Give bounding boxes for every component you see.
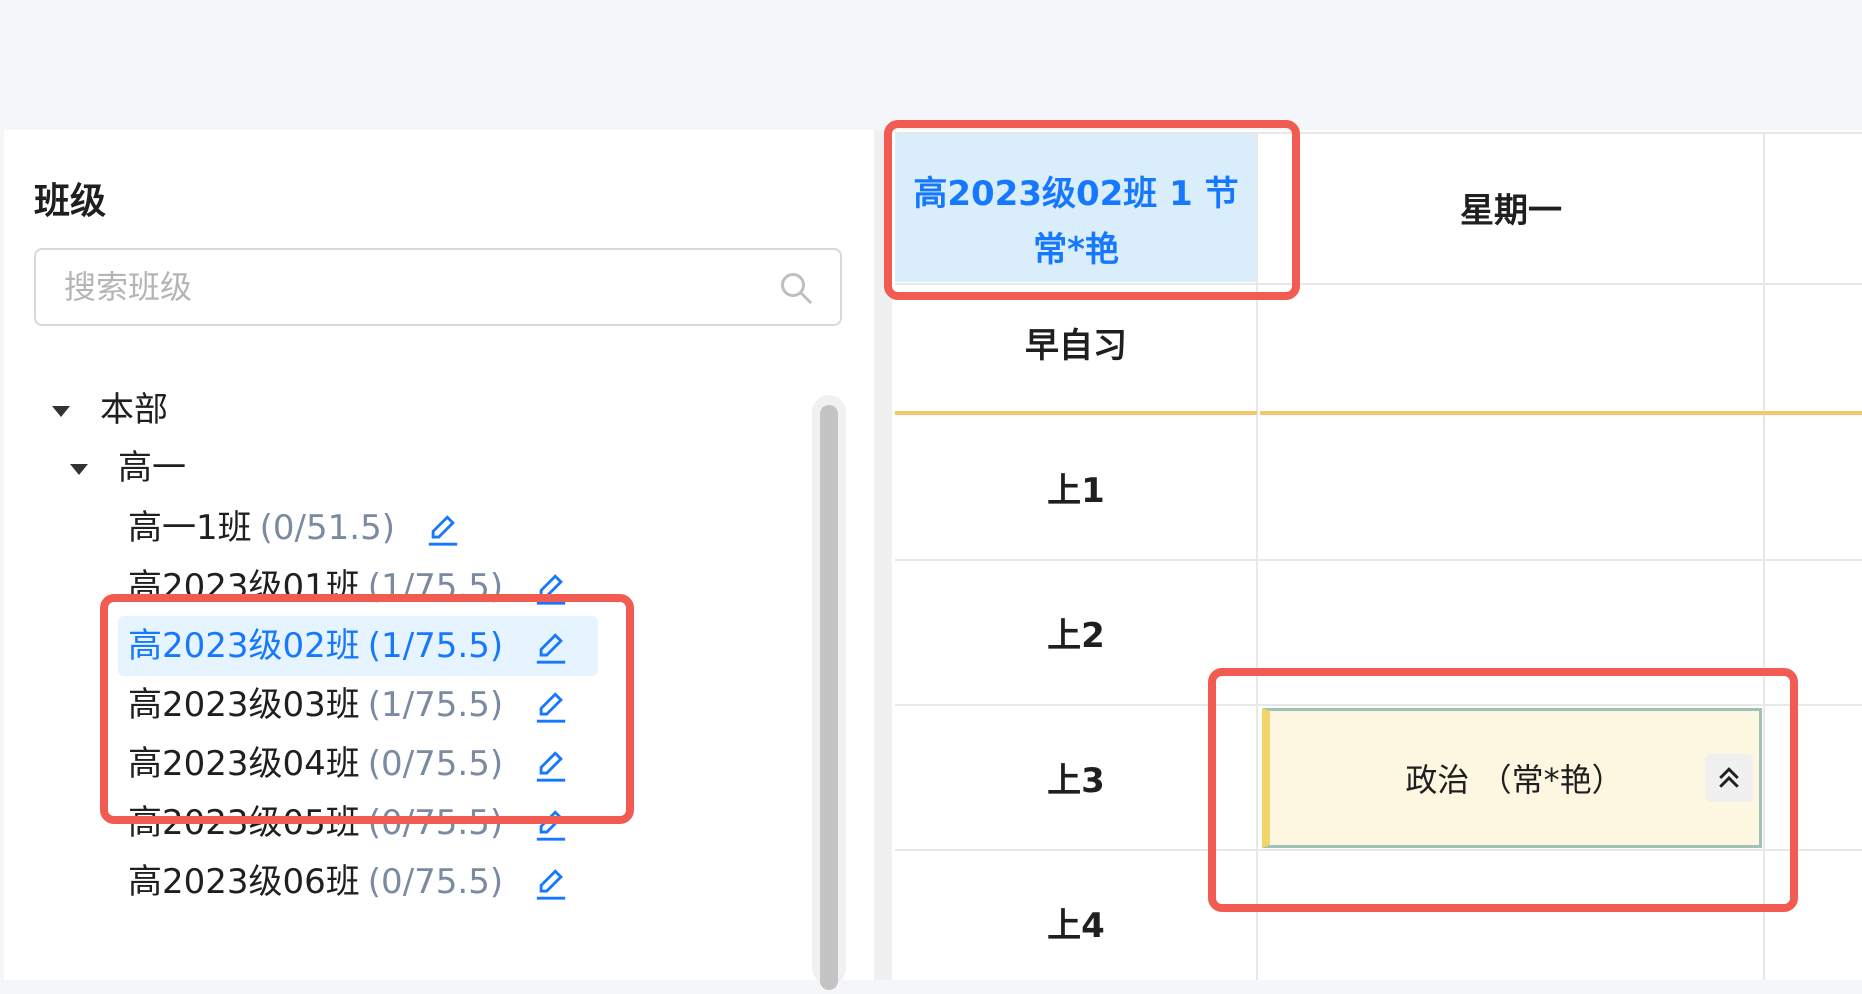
- class-count: (0/75.5): [367, 862, 504, 902]
- session-divider: [1260, 411, 1862, 415]
- tree-scrollbar-thumb[interactable]: [820, 405, 838, 990]
- period-label: 上1: [1047, 470, 1105, 511]
- search-input[interactable]: [36, 250, 804, 324]
- class-name: 高2023级06班: [128, 862, 360, 902]
- edit-icon[interactable]: [426, 511, 460, 549]
- day-header-monday: 星期一: [1460, 190, 1562, 231]
- search-icon[interactable]: [778, 270, 814, 306]
- period-label: 上2: [1047, 615, 1105, 656]
- highlight-box-classes: [100, 594, 634, 824]
- caret-down-icon[interactable]: [52, 406, 70, 417]
- caret-down-icon[interactable]: [70, 464, 88, 475]
- period-label: 上3: [1047, 760, 1105, 801]
- tree-leaf-class[interactable]: 高2023级06班 (0/75.5): [122, 852, 574, 912]
- panel-title: 班级: [34, 181, 107, 222]
- highlight-box-corner: [884, 120, 1300, 300]
- search-box[interactable]: [34, 248, 842, 326]
- tree-node-label: 本部: [100, 390, 168, 430]
- edit-icon[interactable]: [534, 865, 568, 903]
- tree-node-grade[interactable]: 高一: [70, 438, 186, 498]
- class-name: 高一1班: [128, 508, 252, 548]
- class-count: (0/51.5): [259, 508, 395, 548]
- highlight-box-lesson: [1208, 668, 1798, 912]
- class-panel: 班级 本部 高一 高一1班(0/51.5) 高2023级01班(1/75.5) …: [4, 130, 874, 990]
- period-label: 上4: [1047, 905, 1105, 946]
- tree-node-root[interactable]: 本部: [52, 380, 168, 440]
- tree-leaf-class[interactable]: 高一1班 (0/51.5): [122, 498, 466, 558]
- tree-node-label: 高一: [118, 448, 186, 488]
